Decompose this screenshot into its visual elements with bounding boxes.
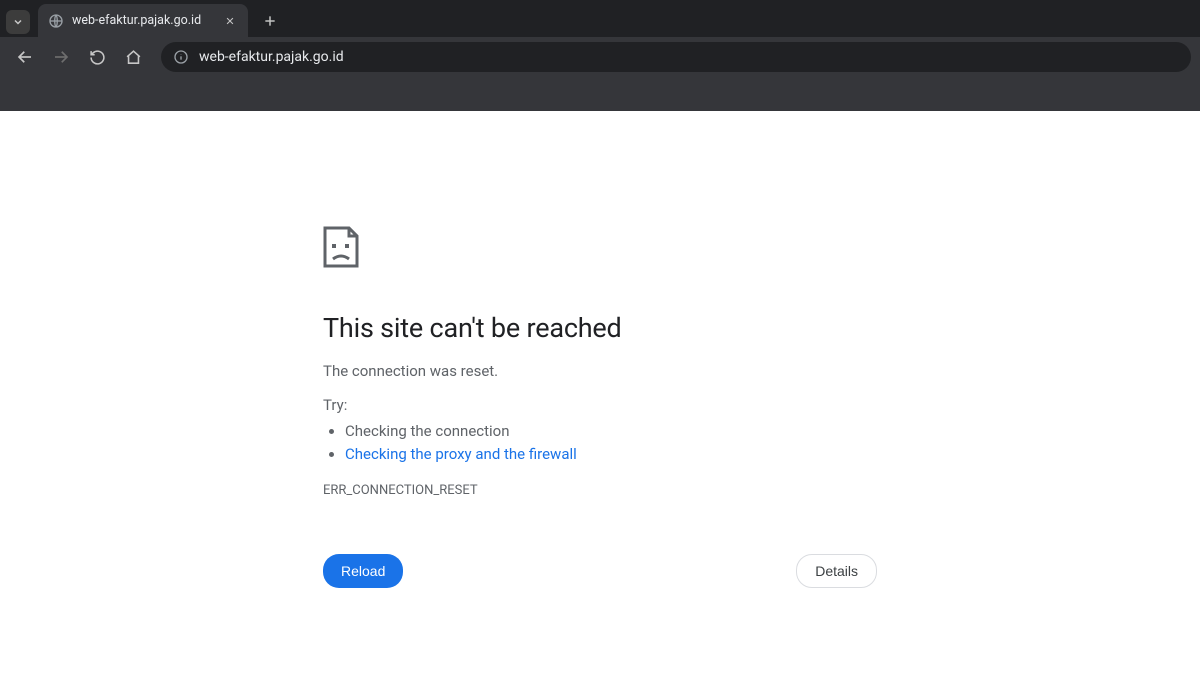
reload-nav-button[interactable] [81, 41, 113, 73]
home-icon [125, 49, 142, 66]
globe-icon [48, 13, 64, 29]
tab-close-button[interactable] [222, 13, 238, 29]
reload-icon [89, 49, 106, 66]
error-code: ERR_CONNECTION_RESET [323, 483, 877, 498]
bookmarks-bar [0, 77, 1200, 111]
error-subtitle: The connection was reset. [323, 362, 877, 380]
home-button[interactable] [117, 41, 149, 73]
browser-tab[interactable]: web-efaktur.pajak.go.id [38, 4, 248, 37]
tab-strip: web-efaktur.pajak.go.id [0, 0, 1200, 37]
info-icon[interactable] [173, 49, 189, 65]
browser-chrome: web-efaktur.pajak.go.id web-efaktur.paja… [0, 0, 1200, 111]
try-label: Try: [323, 396, 877, 414]
arrow-right-icon [52, 48, 70, 66]
error-page: This site can't be reached The connectio… [323, 226, 877, 588]
details-button[interactable]: Details [796, 554, 877, 588]
forward-button[interactable] [45, 41, 77, 73]
proxy-firewall-link[interactable]: Checking the proxy and the firewall [345, 445, 577, 463]
back-button[interactable] [9, 41, 41, 73]
arrow-left-icon [16, 48, 34, 66]
reload-button[interactable]: Reload [323, 554, 403, 588]
plus-icon [263, 14, 277, 28]
page-content: This site can't be reached The connectio… [0, 111, 1200, 588]
chevron-down-icon [12, 16, 24, 28]
tab-title: web-efaktur.pajak.go.id [72, 13, 222, 28]
new-tab-button[interactable] [256, 7, 284, 35]
sad-page-icon [323, 226, 877, 272]
action-row: Reload Details [323, 554, 877, 588]
toolbar: web-efaktur.pajak.go.id [0, 37, 1200, 77]
suggestion-item: Checking the connection [345, 420, 877, 443]
address-bar[interactable]: web-efaktur.pajak.go.id [161, 42, 1191, 72]
tab-search-button[interactable] [6, 10, 30, 34]
url-text: web-efaktur.pajak.go.id [199, 49, 344, 65]
suggestion-list: Checking the connection Checking the pro… [345, 420, 877, 465]
close-icon [225, 16, 235, 26]
suggestion-item: Checking the proxy and the firewall [345, 443, 877, 466]
error-title: This site can't be reached [323, 312, 877, 344]
